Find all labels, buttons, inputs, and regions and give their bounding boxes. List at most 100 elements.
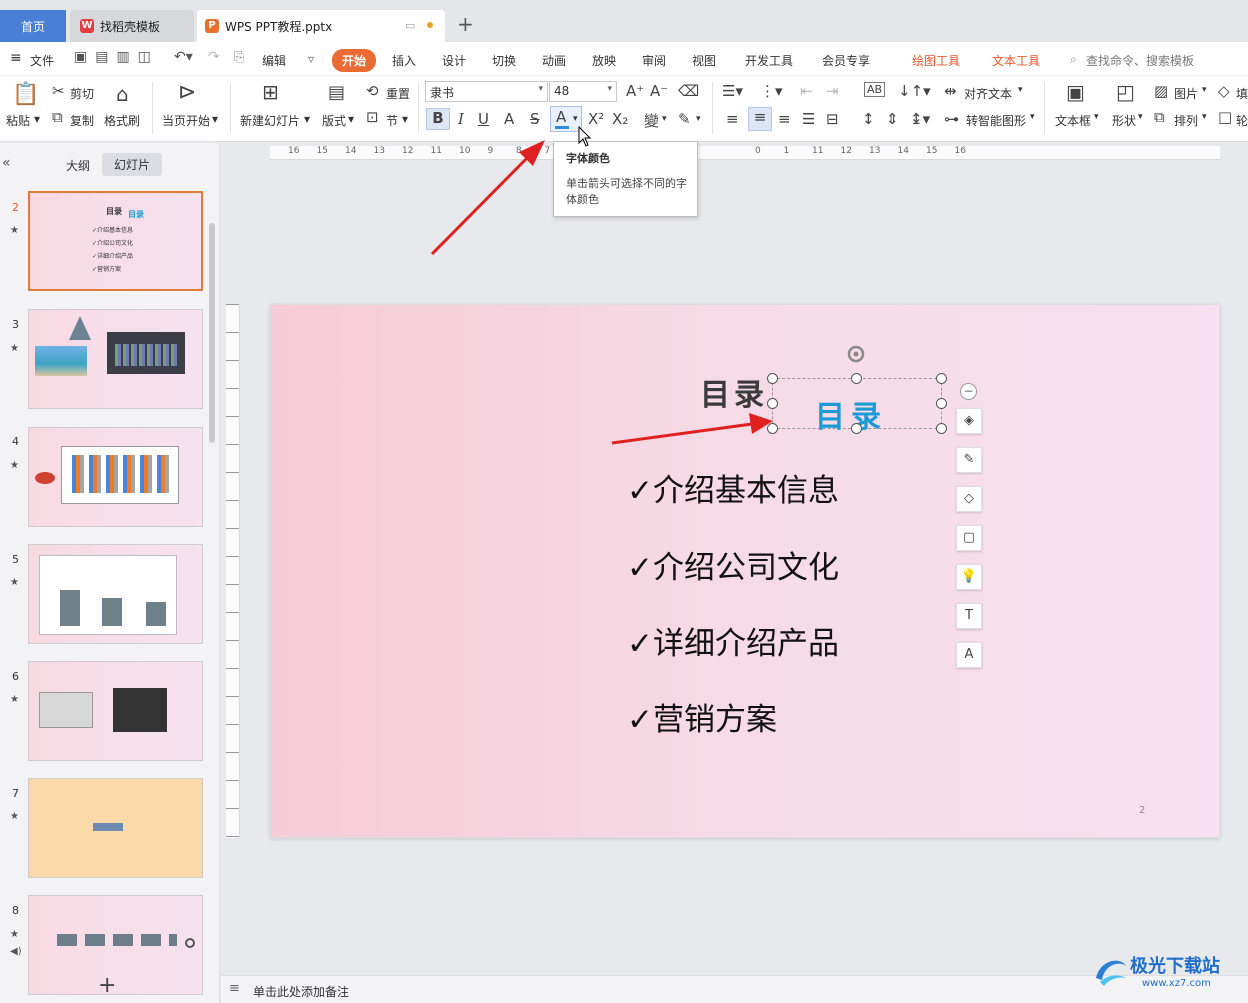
resize-handle[interactable] xyxy=(936,373,947,384)
text-direction-icon[interactable]: AB xyxy=(864,82,886,97)
italic-icon[interactable]: I xyxy=(458,110,464,128)
more-chevron-icon[interactable]: ▿ xyxy=(308,52,314,66)
menu-switch[interactable]: 切换 xyxy=(492,52,516,69)
phonetic-icon[interactable]: 變 xyxy=(644,110,659,131)
smart-shape-button[interactable]: 转智能图形 xyxy=(966,112,1026,129)
tab-outline[interactable]: 大纲 xyxy=(66,157,90,174)
paste-chevron-icon[interactable]: ▾ xyxy=(34,112,40,126)
new-slide-chevron-icon[interactable]: ▾ xyxy=(304,112,310,126)
slide-thumbnail-3[interactable] xyxy=(28,309,203,409)
arrange-chevron-icon[interactable]: ▾ xyxy=(1202,112,1207,122)
menu-animation[interactable]: 动画 xyxy=(542,52,566,69)
menu-dev[interactable]: 开发工具 xyxy=(745,52,793,69)
highlight-icon[interactable]: ✎ xyxy=(678,110,691,128)
reset-button[interactable]: 重置 xyxy=(386,85,410,102)
decrease-indent-icon[interactable]: ⇤ xyxy=(800,82,813,100)
tab-home[interactable]: 首页 xyxy=(0,10,66,42)
tab-file[interactable]: P WPS PPT教程.pptx ▭ xyxy=(197,10,445,42)
justify-icon[interactable]: ☰ xyxy=(802,110,815,128)
align-text-chevron-icon[interactable]: ▾ xyxy=(1018,85,1023,95)
lightbulb-icon[interactable]: 💡 xyxy=(956,564,982,590)
para-spacing2-icon[interactable]: ⇕ xyxy=(886,110,899,128)
text-box-icon[interactable]: T xyxy=(956,603,982,629)
resize-handle[interactable] xyxy=(936,398,947,409)
hamburger-icon[interactable]: ≡ xyxy=(10,50,22,66)
tab-daoke[interactable]: W 找稻壳模板 xyxy=(70,10,194,42)
align-text-button[interactable]: 对齐文本 xyxy=(964,85,1012,102)
para-spacing-icon[interactable]: ↕ xyxy=(862,110,875,128)
undo-icon[interactable]: ↶▾ xyxy=(174,49,193,65)
fill-bucket-icon[interactable]: ◇ xyxy=(956,486,982,512)
slide-thumbnail-6[interactable] xyxy=(28,661,203,761)
bold-icon[interactable]: B xyxy=(426,108,450,130)
paste-icon[interactable]: 📋 xyxy=(12,82,39,107)
font-shrink-icon[interactable]: A⁻ xyxy=(650,82,668,100)
align-right-icon[interactable]: ≡ xyxy=(778,110,791,128)
collapse-toolbar-icon[interactable]: − xyxy=(960,383,977,400)
section-button[interactable]: 节 xyxy=(386,112,398,129)
distribute-icon[interactable]: ⊟ xyxy=(826,110,839,128)
section-chevron-icon[interactable]: ▾ xyxy=(402,112,408,126)
increase-indent-icon[interactable]: ⇥ xyxy=(826,82,839,100)
cut-button[interactable]: 剪切 xyxy=(70,85,94,102)
panel-scrollbar[interactable] xyxy=(209,223,215,443)
menu-insert[interactable]: 插入 xyxy=(392,52,416,69)
picture-button[interactable]: 图片 xyxy=(1174,85,1198,102)
export-icon[interactable]: ⎘ xyxy=(234,50,244,65)
new-tab-button[interactable]: + xyxy=(457,12,474,36)
menu-start[interactable]: 开始 xyxy=(332,49,377,72)
line-spacing-icon[interactable]: ↓↑▾ xyxy=(898,82,931,100)
tab-slides[interactable]: 幻灯片 xyxy=(102,153,163,176)
resize-handle[interactable] xyxy=(767,373,778,384)
slide-thumbnail-4[interactable] xyxy=(28,427,203,527)
pen-icon[interactable]: ✎ xyxy=(956,447,982,473)
textbox-button[interactable]: 文本框 xyxy=(1055,112,1091,129)
phonetic-chevron-icon[interactable]: ▾ xyxy=(662,114,667,124)
menu-vip[interactable]: 会员专享 xyxy=(822,52,870,69)
numbered-list-icon[interactable]: ⋮▾ xyxy=(760,82,783,100)
new-slide-button[interactable]: 新建幻灯片 xyxy=(240,112,300,129)
menu-draw-tools[interactable]: 绘图工具 xyxy=(912,52,960,69)
add-slide-button[interactable]: + xyxy=(98,973,116,998)
bullet-item[interactable]: ✓详细介绍产品 xyxy=(627,618,839,663)
menu-text-tools[interactable]: 文本工具 xyxy=(992,52,1040,69)
resize-handle[interactable] xyxy=(767,398,778,409)
font-grow-icon[interactable]: A⁺ xyxy=(626,82,644,100)
paste-button[interactable]: 粘贴 xyxy=(6,112,30,129)
from-current-chevron-icon[interactable]: ▾ xyxy=(212,112,218,126)
slide-thumbnail-7[interactable] xyxy=(28,778,203,878)
shadow-icon[interactable]: A xyxy=(504,110,514,128)
fill-button[interactable]: 填 xyxy=(1236,85,1248,102)
layout-button[interactable]: 版式 xyxy=(322,112,346,129)
monitor-icon[interactable]: ▭ xyxy=(405,19,415,32)
redo-icon[interactable]: ↷ xyxy=(208,49,220,65)
smart-shape-chevron-icon[interactable]: ▾ xyxy=(1030,112,1035,122)
menu-review[interactable]: 审阅 xyxy=(642,52,666,69)
shape-chevron-icon[interactable]: ▾ xyxy=(1138,112,1143,122)
slide-title-black[interactable]: 目录 xyxy=(700,370,768,414)
text-style-icon[interactable]: A xyxy=(956,642,982,668)
from-current-button[interactable]: 当页开始 xyxy=(162,112,210,129)
shape-button[interactable]: 形状 xyxy=(1112,112,1136,129)
quick-access-icons[interactable]: ▣▤▥◫ xyxy=(74,49,159,65)
menu-design[interactable]: 设计 xyxy=(442,52,466,69)
underline-icon[interactable]: U xyxy=(478,110,489,128)
highlight-chevron-icon[interactable]: ▾ xyxy=(696,114,701,124)
bullet-item[interactable]: ✓介绍公司文化 xyxy=(627,542,839,587)
picture-chevron-icon[interactable]: ▾ xyxy=(1202,85,1207,95)
subscript-icon[interactable]: X₂ xyxy=(612,110,628,128)
format-painter-button[interactable]: 格式刷 xyxy=(104,112,140,129)
collapse-panel-icon[interactable]: « xyxy=(2,155,11,171)
font-size-select[interactable]: 48 ▾ xyxy=(549,81,617,102)
border-icon[interactable]: ▢ xyxy=(956,525,982,551)
resize-handle[interactable] xyxy=(936,423,947,434)
textbox-chevron-icon[interactable]: ▾ xyxy=(1094,112,1099,122)
layers-icon[interactable]: ◈ xyxy=(956,408,982,434)
slide-thumbnail-2[interactable]: 目录 目录 ✓介绍基本信息 ✓介绍公司文化 ✓详细介绍产品 ✓营销方案 xyxy=(28,191,203,291)
align-center-icon[interactable]: ≡ xyxy=(748,107,772,131)
bullet-item[interactable]: ✓营销方案 xyxy=(627,694,777,739)
para-spacing3-icon[interactable]: ↨▾ xyxy=(910,110,930,128)
bullet-list-icon[interactable]: ☰▾ xyxy=(722,82,743,100)
font-name-select[interactable]: 隶书 ▾ xyxy=(425,81,548,102)
search-input[interactable]: 查找命令、搜索模板 xyxy=(1086,52,1194,69)
